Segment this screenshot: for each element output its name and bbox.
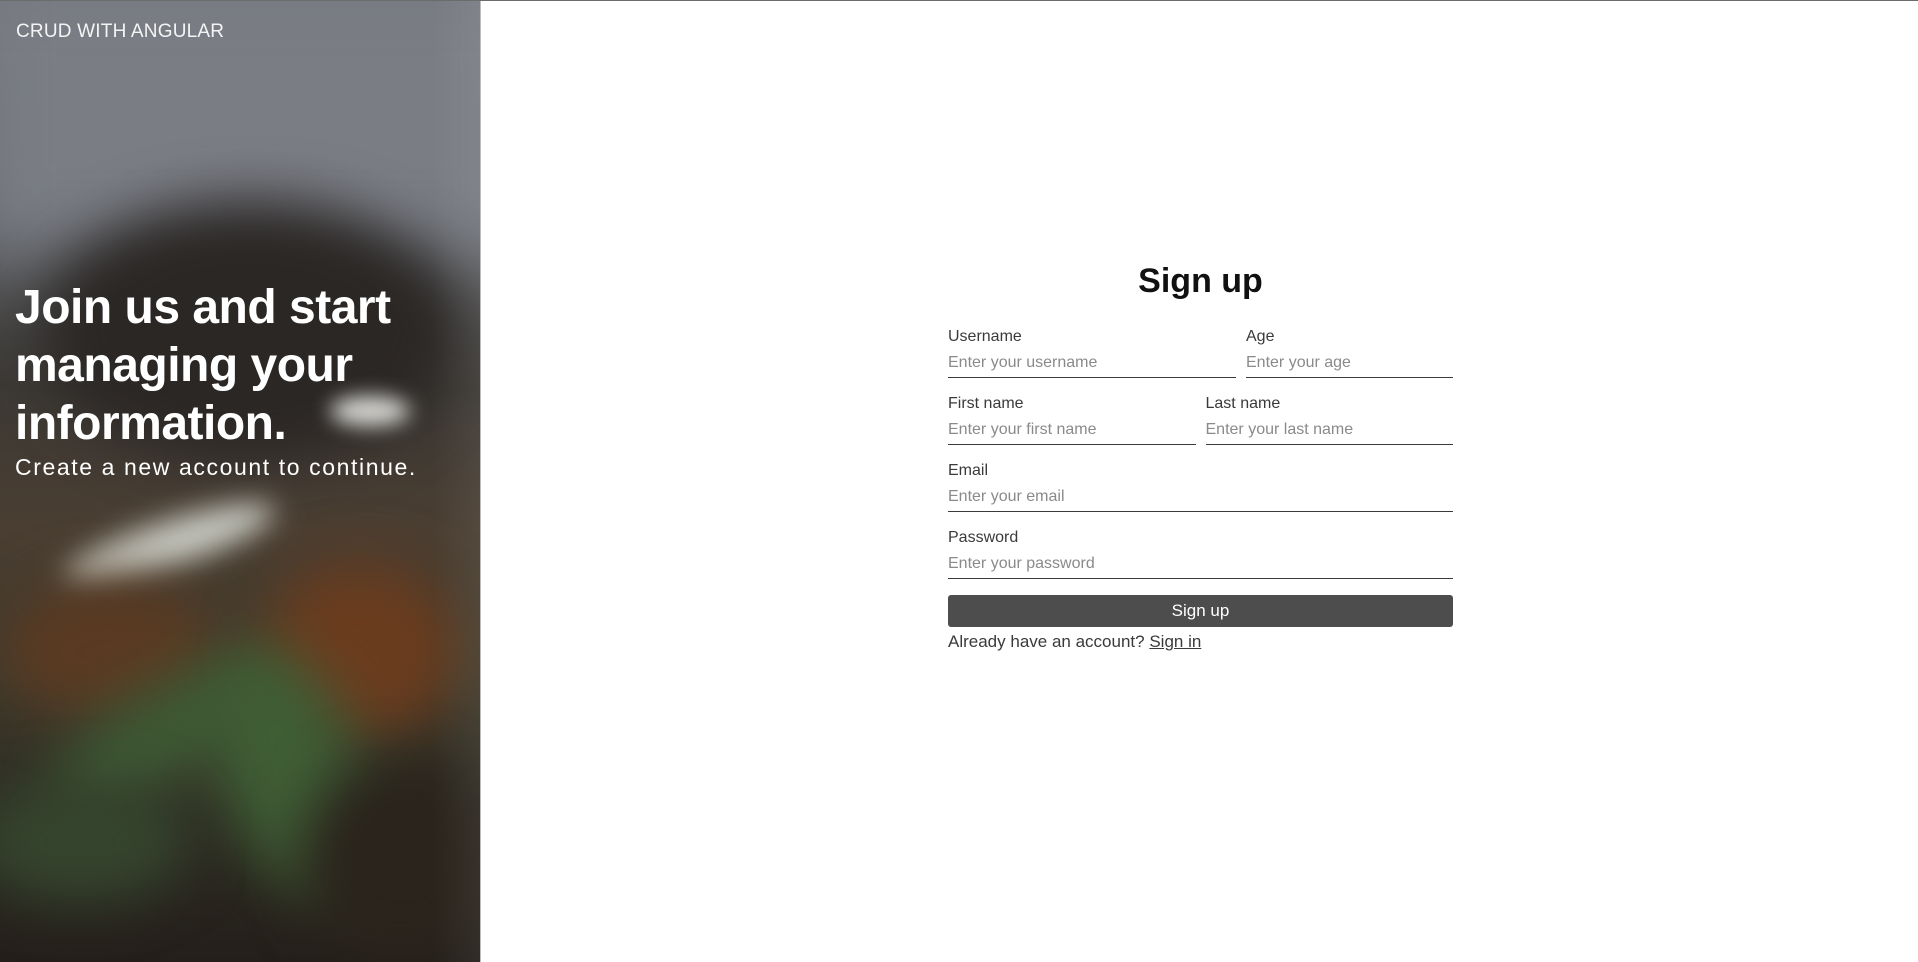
username-label: Username xyxy=(948,328,1022,345)
form-row: Username Age xyxy=(948,327,1453,378)
brand-logo[interactable]: CRUD WITH ANGULAR xyxy=(16,21,224,43)
last-name-label: Last name xyxy=(1205,395,1281,412)
hero-text: Join us and start managing your informat… xyxy=(15,279,465,481)
form-row: Password xyxy=(948,528,1453,579)
sign-in-link[interactable]: Sign in xyxy=(1149,632,1201,651)
hero-panel: CRUD WITH ANGULAR Join us and start mana… xyxy=(0,1,480,962)
age-input[interactable] xyxy=(1246,353,1453,378)
form-title: Sign up xyxy=(1138,262,1263,300)
age-label: Age xyxy=(1246,328,1275,345)
password-field-group: Password xyxy=(948,528,1453,579)
email-field-group: Email xyxy=(948,461,1453,512)
signup-form: Sign up Username Age First name Last nam… xyxy=(948,257,1453,653)
first-name-label: First name xyxy=(948,395,1024,412)
sign-up-button[interactable]: Sign up xyxy=(948,595,1453,627)
signin-prompt-text: Already have an account? xyxy=(948,632,1145,651)
username-field-group: Username xyxy=(948,327,1236,378)
hero-overlay xyxy=(0,1,480,962)
password-label: Password xyxy=(948,529,1019,546)
form-row: Email xyxy=(948,461,1453,512)
first-name-input[interactable] xyxy=(948,420,1196,445)
page: CRUD WITH ANGULAR Join us and start mana… xyxy=(0,0,1918,962)
age-field-group: Age xyxy=(1246,327,1453,378)
email-input[interactable] xyxy=(948,487,1453,512)
hero-subtitle: Create a new account to continue. xyxy=(15,454,417,480)
last-name-input[interactable] xyxy=(1205,420,1453,445)
first-name-field-group: First name xyxy=(948,394,1196,445)
hero-title: Join us and start managing your informat… xyxy=(15,281,391,450)
username-input[interactable] xyxy=(948,353,1236,378)
form-row: First name Last name xyxy=(948,394,1453,445)
signin-prompt-line: Already have an account? Sign in xyxy=(948,631,1453,653)
password-input[interactable] xyxy=(948,554,1453,579)
main-content: Sign up Username Age First name Last nam… xyxy=(480,1,1918,962)
email-label: Email xyxy=(948,462,989,479)
last-name-field-group: Last name xyxy=(1205,394,1453,445)
